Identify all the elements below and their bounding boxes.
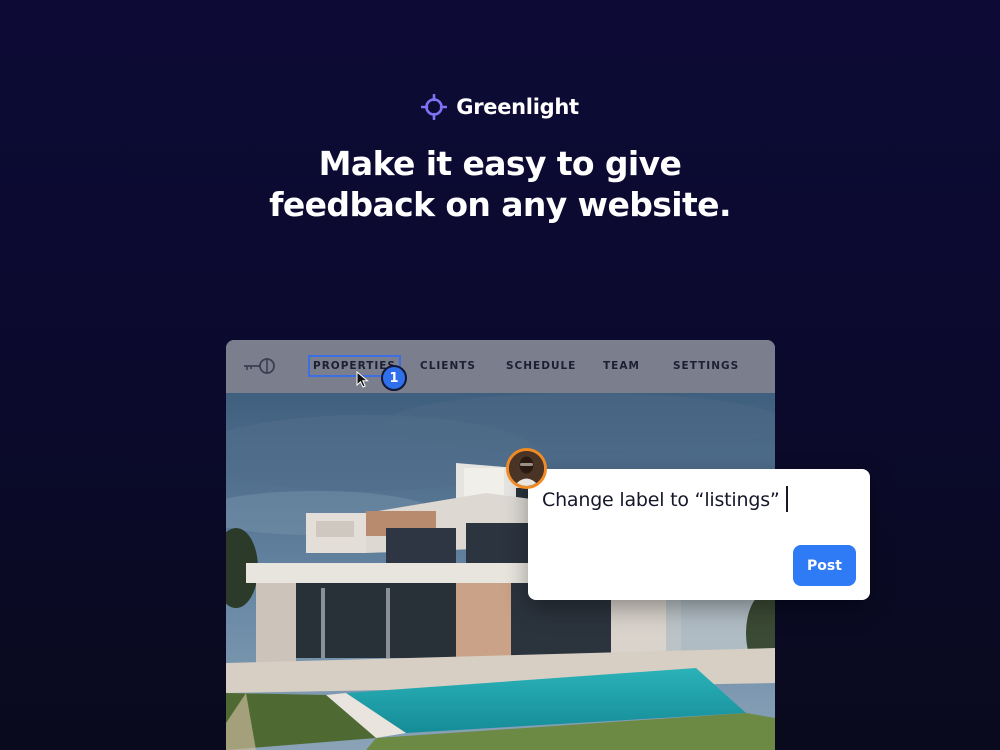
user-avatar-icon bbox=[509, 451, 544, 486]
brand: Greenlight bbox=[0, 94, 1000, 120]
key-logo-icon[interactable] bbox=[243, 357, 277, 375]
comment-input[interactable]: Change label to “listings” bbox=[542, 486, 788, 512]
avatar bbox=[506, 448, 547, 489]
text-caret bbox=[785, 486, 788, 512]
feedback-marker-badge[interactable]: 1 bbox=[381, 365, 407, 391]
headline-line-2: feedback on any website. bbox=[269, 185, 731, 224]
mouse-cursor-icon bbox=[356, 371, 369, 388]
nav-item-team[interactable]: TEAM bbox=[603, 360, 640, 372]
nav-item-schedule[interactable]: SCHEDULE bbox=[506, 360, 576, 372]
nav-item-settings[interactable]: SETTINGS bbox=[673, 360, 739, 372]
comment-popover: Change label to “listings” Post bbox=[528, 469, 870, 600]
nav-item-clients[interactable]: CLIENTS bbox=[420, 360, 476, 372]
crosshair-icon bbox=[421, 94, 448, 120]
page-headline: Make it easy to give feedback on any web… bbox=[0, 143, 1000, 225]
post-button[interactable]: Post bbox=[793, 545, 856, 586]
headline-line-1: Make it easy to give bbox=[318, 144, 682, 183]
mockup-nav-bar: PROPERTIES CLIENTS SCHEDULE TEAM SETTING… bbox=[226, 340, 775, 393]
comment-text: Change label to “listings” bbox=[542, 489, 780, 511]
brand-name: Greenlight bbox=[456, 95, 579, 119]
